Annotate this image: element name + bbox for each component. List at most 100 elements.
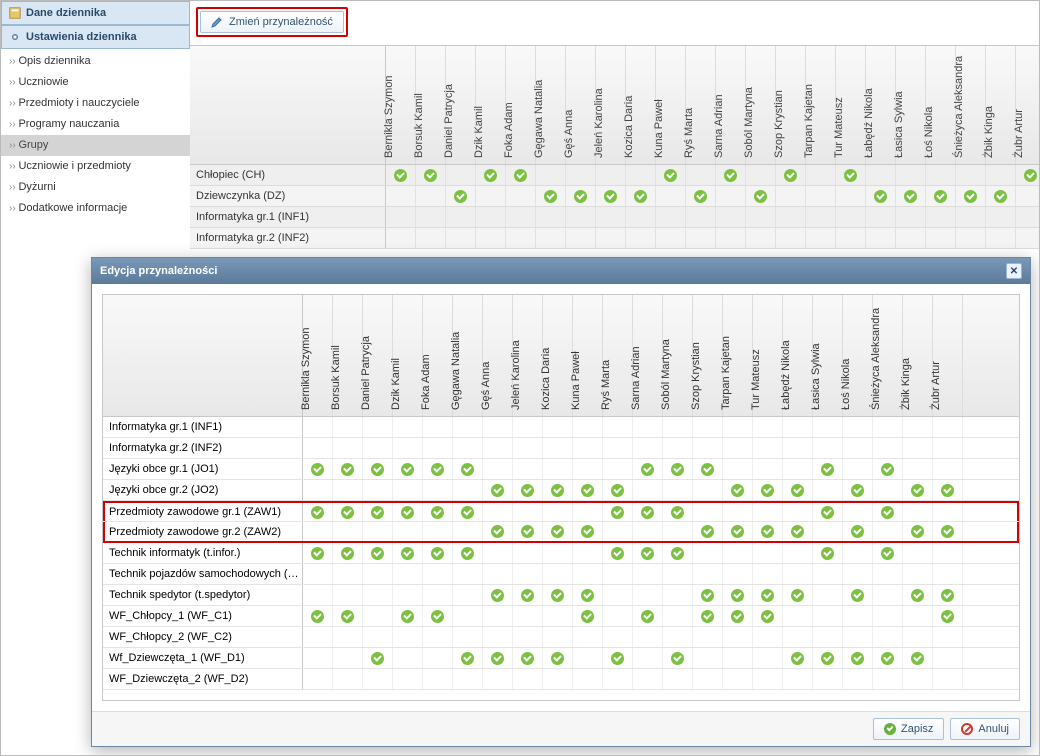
membership-cell[interactable] — [483, 669, 513, 689]
group-label[interactable]: Języki obce gr.2 (JO2) — [103, 480, 303, 500]
membership-cell[interactable] — [933, 669, 963, 689]
group-label[interactable]: Informatyka gr.2 (INF2) — [103, 438, 303, 458]
membership-cell[interactable] — [753, 459, 783, 479]
membership-cell[interactable] — [363, 480, 393, 500]
membership-cell[interactable] — [393, 606, 423, 626]
membership-cell[interactable] — [663, 669, 693, 689]
membership-cell[interactable] — [543, 503, 573, 521]
membership-cell[interactable] — [633, 648, 663, 668]
student-column-header[interactable]: Śnieżyca Aleksandra — [873, 295, 903, 416]
membership-cell[interactable] — [663, 459, 693, 479]
membership-cell[interactable] — [513, 669, 543, 689]
membership-cell[interactable] — [753, 669, 783, 689]
membership-cell[interactable] — [483, 606, 513, 626]
membership-cell[interactable] — [573, 543, 603, 563]
membership-cell[interactable] — [303, 627, 333, 647]
student-column-header[interactable]: Szop Krystian — [693, 295, 723, 416]
membership-cell[interactable] — [663, 522, 693, 541]
membership-cell[interactable] — [783, 438, 813, 458]
student-column-header[interactable]: Łasica Sylwia — [813, 295, 843, 416]
group-label[interactable]: WF_Chłopcy_1 (WF_C1) — [103, 606, 303, 626]
membership-cell[interactable] — [933, 522, 963, 541]
membership-cell[interactable] — [363, 564, 393, 584]
membership-cell[interactable] — [303, 480, 333, 500]
membership-cell[interactable] — [723, 585, 753, 605]
membership-cell[interactable] — [633, 503, 663, 521]
membership-cell[interactable] — [483, 648, 513, 668]
membership-cell[interactable] — [333, 669, 363, 689]
membership-cell[interactable] — [483, 480, 513, 500]
sidebar-heading-ustawienia[interactable]: Ustawienia dziennika — [1, 25, 190, 49]
membership-cell[interactable] — [543, 522, 573, 541]
membership-cell[interactable] — [903, 585, 933, 605]
sidebar-item[interactable]: Dyżurni — [1, 177, 190, 198]
membership-cell[interactable] — [753, 627, 783, 647]
membership-cell[interactable] — [843, 438, 873, 458]
membership-cell[interactable] — [573, 480, 603, 500]
membership-cell[interactable] — [453, 480, 483, 500]
membership-cell[interactable] — [753, 564, 783, 584]
membership-cell[interactable] — [333, 522, 363, 541]
membership-cell[interactable] — [573, 585, 603, 605]
membership-cell[interactable] — [303, 503, 333, 521]
membership-cell[interactable] — [363, 585, 393, 605]
membership-cell[interactable] — [903, 522, 933, 541]
membership-cell[interactable] — [843, 503, 873, 521]
membership-cell[interactable] — [753, 417, 783, 437]
membership-cell[interactable] — [753, 438, 783, 458]
membership-cell[interactable] — [423, 503, 453, 521]
membership-cell[interactable] — [453, 606, 483, 626]
membership-cell[interactable] — [453, 648, 483, 668]
membership-cell[interactable] — [483, 438, 513, 458]
group-label[interactable]: Technik informatyk (t.infor.) — [103, 543, 303, 563]
membership-cell[interactable] — [783, 417, 813, 437]
student-column-header[interactable]: Żbik Kinga — [903, 295, 933, 416]
membership-cell[interactable] — [393, 564, 423, 584]
membership-cell[interactable] — [693, 522, 723, 541]
membership-cell[interactable] — [873, 669, 903, 689]
membership-cell[interactable] — [723, 503, 753, 521]
membership-cell[interactable] — [753, 606, 783, 626]
membership-cell[interactable] — [633, 543, 663, 563]
membership-cell[interactable] — [453, 564, 483, 584]
membership-cell[interactable] — [843, 417, 873, 437]
membership-cell[interactable] — [363, 669, 393, 689]
membership-cell[interactable] — [363, 503, 393, 521]
membership-cell[interactable] — [513, 459, 543, 479]
group-label[interactable]: Języki obce gr.1 (JO1) — [103, 459, 303, 479]
membership-cell[interactable] — [843, 606, 873, 626]
membership-cell[interactable] — [903, 543, 933, 563]
membership-cell[interactable] — [393, 522, 423, 541]
membership-cell[interactable] — [813, 669, 843, 689]
membership-cell[interactable] — [783, 522, 813, 541]
membership-cell[interactable] — [423, 669, 453, 689]
membership-cell[interactable] — [753, 648, 783, 668]
membership-cell[interactable] — [693, 417, 723, 437]
membership-cell[interactable] — [573, 669, 603, 689]
group-label[interactable]: Przedmioty zawodowe gr.1 (ZAW1) — [103, 503, 303, 521]
membership-cell[interactable] — [333, 564, 363, 584]
membership-cell[interactable] — [843, 669, 873, 689]
membership-cell[interactable] — [813, 585, 843, 605]
membership-cell[interactable] — [603, 543, 633, 563]
membership-cell[interactable] — [393, 417, 423, 437]
membership-cell[interactable] — [423, 543, 453, 563]
membership-cell[interactable] — [843, 564, 873, 584]
membership-cell[interactable] — [723, 417, 753, 437]
group-label[interactable]: WF_Dziewczęta_2 (WF_D2) — [103, 669, 303, 689]
membership-cell[interactable] — [903, 627, 933, 647]
membership-cell[interactable] — [813, 480, 843, 500]
membership-cell[interactable] — [513, 606, 543, 626]
membership-cell[interactable] — [723, 669, 753, 689]
membership-cell[interactable] — [483, 522, 513, 541]
membership-cell[interactable] — [393, 438, 423, 458]
group-label[interactable]: Przedmioty zawodowe gr.2 (ZAW2) — [103, 522, 303, 541]
membership-cell[interactable] — [813, 564, 843, 584]
membership-cell[interactable] — [603, 564, 633, 584]
sidebar-item[interactable]: Uczniowie i przedmioty — [1, 156, 190, 177]
membership-cell[interactable] — [573, 648, 603, 668]
membership-cell[interactable] — [663, 503, 693, 521]
membership-cell[interactable] — [903, 503, 933, 521]
group-label[interactable]: Informatyka gr.1 (INF1) — [103, 417, 303, 437]
membership-cell[interactable] — [813, 503, 843, 521]
